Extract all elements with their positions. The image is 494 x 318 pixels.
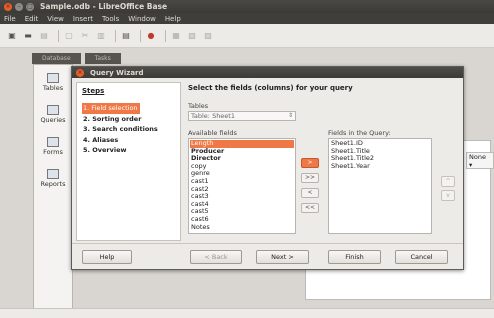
- close-icon: ×: [5, 3, 11, 10]
- available-field-item[interactable]: Notes: [190, 223, 294, 232]
- menu-bar: File Edit View Insert Tools Window Help: [0, 13, 494, 24]
- maximize-icon: □: [27, 3, 33, 10]
- available-fields-list[interactable]: Length Producer Director copy genre cast1 cast…: [188, 138, 296, 234]
- toolbar-separator: [58, 29, 59, 42]
- minimize-window-button[interactable]: –: [15, 2, 23, 11]
- open-icon[interactable]: ▬: [22, 30, 34, 41]
- panel-item-queries[interactable]: Queries: [34, 105, 72, 124]
- chevron-up-icon: ^: [445, 178, 451, 185]
- menu-file[interactable]: File: [4, 15, 16, 23]
- toolbar-separator: [140, 29, 141, 42]
- finish-button[interactable]: Finish: [328, 250, 381, 264]
- cancel-button[interactable]: Cancel: [395, 250, 448, 264]
- step-aliases[interactable]: 4. Aliases: [82, 135, 175, 146]
- toolbar-separator: [115, 29, 116, 42]
- database-objects-panel: Tables Queries Forms Reports: [33, 64, 73, 309]
- copy-icon[interactable]: ▢: [63, 30, 75, 41]
- report-icon: [47, 169, 59, 179]
- menu-help[interactable]: Help: [165, 15, 181, 23]
- sort-icon[interactable]: ▤: [120, 30, 132, 41]
- field-selection-page: Select the fields (columns) for your que…: [185, 82, 460, 241]
- chevron-down-icon: v: [446, 192, 450, 199]
- dialog-close-button[interactable]: ×: [76, 68, 84, 77]
- tab-tasks[interactable]: Tasks: [84, 53, 121, 64]
- panel-item-label: Tables: [42, 84, 64, 92]
- help-icon[interactable]: ●: [145, 30, 157, 41]
- step-sorting-order[interactable]: 2. Sorting order: [82, 114, 175, 125]
- move-all-right-button[interactable]: >>: [301, 173, 319, 183]
- query-icon: [47, 105, 59, 115]
- query-icon[interactable]: ▨: [202, 30, 214, 41]
- report-icon[interactable]: ▧: [186, 30, 198, 41]
- help-button[interactable]: Help: [82, 250, 132, 264]
- background-tabs: Database Tasks: [32, 53, 125, 64]
- toolbar: ▣ ▬ ▤ ▢ ✂ ▥ ▤ ● ▦ ▧ ▨: [0, 24, 494, 48]
- menu-window[interactable]: Window: [128, 15, 156, 23]
- tables-label: Tables: [188, 102, 209, 110]
- paste-icon[interactable]: ▥: [95, 30, 107, 41]
- panel-item-reports[interactable]: Reports: [34, 169, 72, 188]
- menu-view[interactable]: View: [47, 15, 64, 23]
- minimize-icon: –: [17, 3, 21, 10]
- form-icon: [47, 137, 59, 147]
- dialog-title: Query Wizard: [90, 68, 144, 77]
- dialog-button-row: Help < Back Next > Finish Cancel: [72, 243, 463, 269]
- step-search-conditions[interactable]: 3. Search conditions: [82, 124, 175, 135]
- steps-heading: Steps: [82, 87, 105, 95]
- move-all-left-button[interactable]: <<: [301, 203, 319, 213]
- query-field-item[interactable]: Sheet1.Year: [330, 162, 430, 171]
- query-fields-list[interactable]: Sheet1.ID Sheet1.Title Sheet1.Title2 Sheet1…: [328, 138, 432, 234]
- query-wizard-dialog: × Query Wizard Steps 1. Field selection …: [71, 66, 464, 270]
- menu-tools[interactable]: Tools: [102, 15, 119, 23]
- panel-item-label: Reports: [40, 180, 66, 188]
- move-down-button[interactable]: v: [441, 190, 455, 201]
- menu-insert[interactable]: Insert: [73, 15, 93, 23]
- window-title: Sample.odb - LibreOffice Base: [40, 2, 168, 11]
- maximize-window-button[interactable]: □: [26, 2, 34, 11]
- move-selected-right-button[interactable]: >: [301, 158, 319, 168]
- panel-item-tables[interactable]: Tables: [34, 73, 72, 92]
- next-button[interactable]: Next >: [256, 250, 309, 264]
- form-icon[interactable]: ▦: [170, 30, 182, 41]
- panel-item-forms[interactable]: Forms: [34, 137, 72, 156]
- close-window-button[interactable]: ×: [4, 2, 12, 11]
- dialog-title-bar: × Query Wizard: [72, 67, 463, 78]
- query-fields-label: Fields in the Query:: [328, 129, 391, 137]
- move-selected-left-button[interactable]: <: [301, 188, 319, 198]
- title-bar: × – □ Sample.odb - LibreOffice Base: [0, 0, 494, 13]
- tab-database[interactable]: Database: [32, 53, 81, 64]
- save-icon[interactable]: ▤: [38, 30, 50, 41]
- spinner-icon: ⇕: [287, 112, 293, 119]
- step-field-selection[interactable]: 1. Field selection: [82, 103, 140, 114]
- preview-mode-value: None: [469, 153, 486, 161]
- step-overview[interactable]: 5. Overview: [82, 145, 175, 156]
- back-button[interactable]: < Back: [190, 250, 242, 264]
- table-select[interactable]: Table: Sheet1 ⇕: [188, 111, 296, 121]
- toolbar-separator: [165, 29, 166, 42]
- close-icon: ×: [77, 69, 83, 76]
- new-document-icon[interactable]: ▣: [6, 30, 18, 41]
- panel-item-label: Queries: [40, 116, 66, 124]
- table-icon: [47, 73, 59, 83]
- steps-panel: Steps 1. Field selection 2. Sorting orde…: [76, 82, 181, 241]
- preview-mode-select[interactable]: None ▾: [466, 152, 494, 169]
- cut-icon[interactable]: ✂: [79, 30, 91, 41]
- status-bar: [0, 308, 494, 318]
- move-up-button[interactable]: ^: [441, 176, 455, 187]
- table-select-value: Table: Sheet1: [191, 112, 235, 120]
- menu-edit[interactable]: Edit: [25, 15, 39, 23]
- page-heading: Select the fields (columns) for your que…: [188, 84, 353, 92]
- panel-item-label: Forms: [43, 148, 63, 156]
- available-fields-label: Available fields: [188, 129, 237, 137]
- chevron-down-icon: ▾: [469, 161, 473, 169]
